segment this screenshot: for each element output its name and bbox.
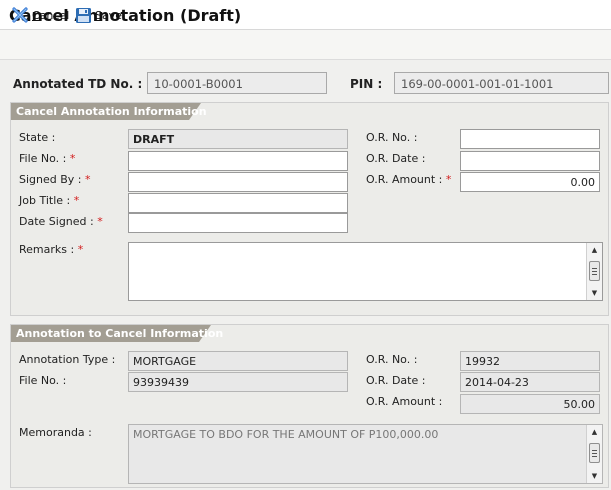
scroll-up-icon[interactable]: ▲ [587, 244, 602, 256]
required-mark: * [73, 194, 80, 207]
floppy-disk-icon [76, 7, 91, 23]
annotation-or-no-label: O.R. No. : [366, 353, 418, 366]
remarks-text [129, 243, 602, 249]
scroll-down-icon[interactable]: ▼ [587, 470, 602, 482]
memoranda-label: Memoranda : [19, 426, 92, 439]
or-date-label: O.R. Date : [366, 152, 426, 165]
file-no-label: File No. : * [19, 152, 76, 165]
scroll-thumb[interactable] [589, 443, 600, 463]
annotation-type-field: MORTGAGE [128, 351, 348, 371]
scroll-thumb[interactable] [589, 261, 600, 281]
annotation-or-date-field: 2014-04-23 [460, 372, 600, 392]
scroll-up-icon[interactable]: ▲ [587, 426, 602, 438]
job-title-label: Job Title : * [19, 194, 80, 207]
cancel-annotation-panel-title: Cancel Annotation Information [16, 105, 207, 118]
signed-by-input[interactable] [128, 172, 348, 192]
annotation-or-amount-label: O.R. Amount : [366, 395, 443, 408]
scroll-down-icon[interactable]: ▼ [587, 287, 602, 299]
memoranda-scrollbar[interactable]: ▲ ▼ [586, 425, 602, 483]
required-mark: * [85, 173, 91, 186]
memoranda-text: MORTGAGE TO BDO FOR THE AMOUNT OF P100,0… [133, 428, 439, 441]
job-title-input[interactable] [128, 193, 348, 213]
td-no-label: Annotated TD No. : [13, 77, 143, 91]
toolbar [0, 30, 611, 60]
annotation-file-no-field: 93939439 [128, 372, 348, 392]
x-cancel-icon [12, 7, 28, 23]
remarks-scrollbar[interactable]: ▲ ▼ [586, 243, 602, 300]
annotation-or-amount-field: 50.00 [460, 394, 600, 414]
memoranda-textarea[interactable]: MORTGAGE TO BDO FOR THE AMOUNT OF P100,0… [128, 424, 603, 484]
state-label: State : [19, 131, 56, 144]
or-no-input[interactable] [460, 129, 600, 149]
annotation-type-label: Annotation Type : [19, 353, 116, 366]
state-field: DRAFT [128, 129, 348, 149]
remarks-textarea[interactable]: ▲ ▼ [128, 242, 603, 301]
td-no-field: 10-0001-B0001 [147, 72, 327, 94]
save-mnemonic: S [95, 8, 102, 22]
annotation-file-no-label: File No. : [19, 374, 67, 387]
file-no-input[interactable] [128, 151, 348, 171]
cancel-label: ancel [39, 8, 70, 22]
cancel-button[interactable]: Cancel [11, 5, 69, 25]
required-mark: * [97, 215, 103, 228]
cancel-mnemonic: C [32, 8, 40, 22]
save-button[interactable]: Save [75, 5, 122, 25]
date-signed-label: Date Signed : * [19, 215, 103, 228]
annotation-or-no-field: 19932 [460, 351, 600, 371]
pin-field: 169-00-0001-001-01-1001 [394, 72, 609, 94]
save-label: ave [101, 8, 123, 22]
required-mark: * [77, 243, 84, 256]
or-no-label: O.R. No. : [366, 131, 418, 144]
or-amount-label: O.R. Amount : * [366, 173, 452, 186]
date-signed-input[interactable] [128, 213, 348, 233]
required-mark: * [445, 173, 452, 186]
required-mark: * [69, 152, 76, 165]
remarks-label: Remarks : * [19, 243, 84, 256]
signed-by-label: Signed By : * [19, 173, 91, 186]
pin-label: PIN : [350, 77, 383, 91]
annotation-to-cancel-panel-title: Annotation to Cancel Information [16, 327, 224, 340]
or-date-input[interactable] [460, 151, 600, 171]
annotation-or-date-label: O.R. Date : [366, 374, 426, 387]
or-amount-input[interactable]: 0.00 [460, 172, 600, 192]
